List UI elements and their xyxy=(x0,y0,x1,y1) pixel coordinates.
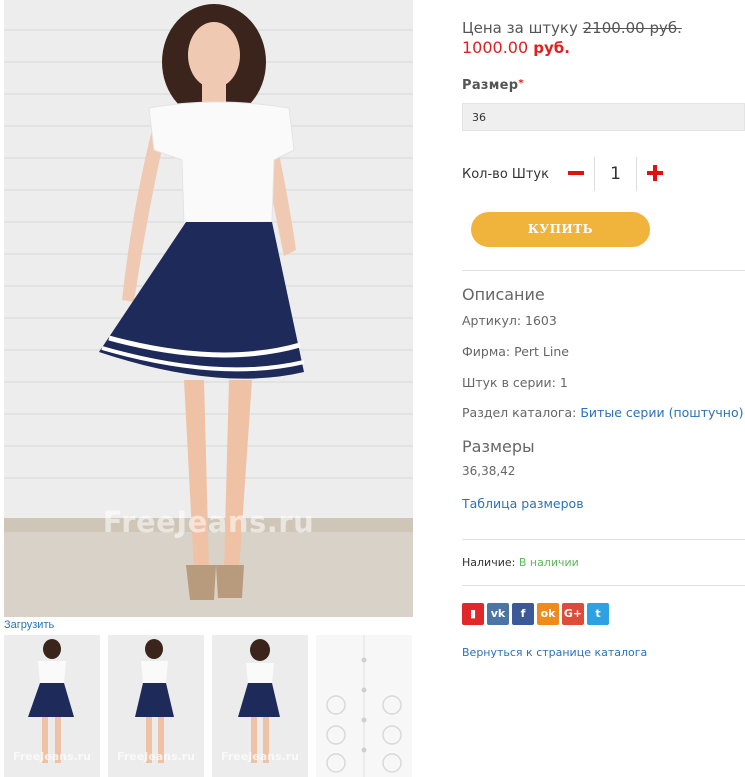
thumbnail-watermark: FreeJeans.ru xyxy=(13,750,91,763)
quantity-label: Кол-во Штук xyxy=(462,167,549,182)
current-price-unit: руб. xyxy=(533,39,570,57)
twitter-icon[interactable]: t xyxy=(587,603,609,625)
size-label: Размер* xyxy=(462,78,524,93)
sizes-values: 36,38,42 xyxy=(462,464,516,478)
old-price: 2100.00 руб. xyxy=(582,19,682,37)
size-select[interactable]: 36 xyxy=(462,103,745,131)
thumbnail-watermark: FreeJeans.ru xyxy=(221,750,299,763)
catalog-row: Раздел каталога: Битые серии (поштучно) xyxy=(462,405,744,420)
photo-watermark: FreeJeans.ru xyxy=(102,505,315,539)
availability-status: В наличии xyxy=(518,556,579,569)
product-info-panel: Цена за штуку 2100.00 руб. 1000.00 руб. … xyxy=(462,0,745,777)
thumbnail-1[interactable]: FreeJeans.ru xyxy=(4,635,100,777)
upload-link[interactable]: Загрузить xyxy=(4,619,54,631)
sizes-title: Размеры xyxy=(462,437,535,456)
series-row: Штук в серии: 1 xyxy=(462,375,568,390)
quantity-input[interactable]: 1 xyxy=(594,157,637,191)
quantity-decrease-button[interactable] xyxy=(566,163,586,183)
back-to-catalog-link[interactable]: Вернуться к странице каталога xyxy=(462,646,647,659)
description-title: Описание xyxy=(462,285,545,304)
divider xyxy=(462,539,745,540)
odnoklassniki-icon[interactable]: ok xyxy=(537,603,559,625)
catalog-link[interactable]: Битые серии (поштучно) xyxy=(580,405,743,420)
current-price-value: 1000.00 xyxy=(462,38,529,57)
buy-button[interactable]: КУПИТЬ xyxy=(471,212,650,247)
thumbnail-4[interactable] xyxy=(316,635,412,777)
availability-row: Наличие: В наличии xyxy=(462,556,579,569)
thumbnail-2[interactable]: FreeJeans.ru xyxy=(108,635,204,777)
thumbnail-3[interactable]: FreeJeans.ru xyxy=(212,635,308,777)
facebook-icon[interactable]: f xyxy=(512,603,534,625)
series-label: Штук в серии: xyxy=(462,375,556,390)
series-value: 1 xyxy=(559,375,568,390)
quantity-increase-button[interactable] xyxy=(645,163,665,183)
article-label: Артикул: xyxy=(462,313,522,328)
price-label: Цена за штуку xyxy=(462,19,578,37)
brand-value: Pert Line xyxy=(514,344,569,359)
size-table-link[interactable]: Таблица размеров xyxy=(462,496,584,511)
article-value: 1603 xyxy=(525,313,557,328)
brand-row: Фирма: Pert Line xyxy=(462,344,569,359)
catalog-label: Раздел каталога: xyxy=(462,405,577,420)
size-label-text: Размер xyxy=(462,78,519,93)
bookmark-icon[interactable]: ▮ xyxy=(462,603,484,625)
divider xyxy=(462,270,745,271)
google-plus-icon[interactable]: G+ xyxy=(562,603,584,625)
thumbnail-strip: FreeJeans.ru FreeJeans.ru FreeJeans.ru xyxy=(4,635,412,777)
brand-label: Фирма: xyxy=(462,344,511,359)
price-label-row: Цена за штуку 2100.00 руб. xyxy=(462,19,682,37)
required-mark: * xyxy=(518,78,524,89)
thumbnail-watermark: FreeJeans.ru xyxy=(117,750,195,763)
vk-icon[interactable]: vk xyxy=(487,603,509,625)
availability-label: Наличие: xyxy=(462,556,516,569)
current-price-row: 1000.00 руб. xyxy=(462,38,570,57)
main-product-photo[interactable]: FreeJeans.ru xyxy=(4,0,413,617)
article-row: Артикул: 1603 xyxy=(462,313,557,328)
divider xyxy=(462,585,745,586)
